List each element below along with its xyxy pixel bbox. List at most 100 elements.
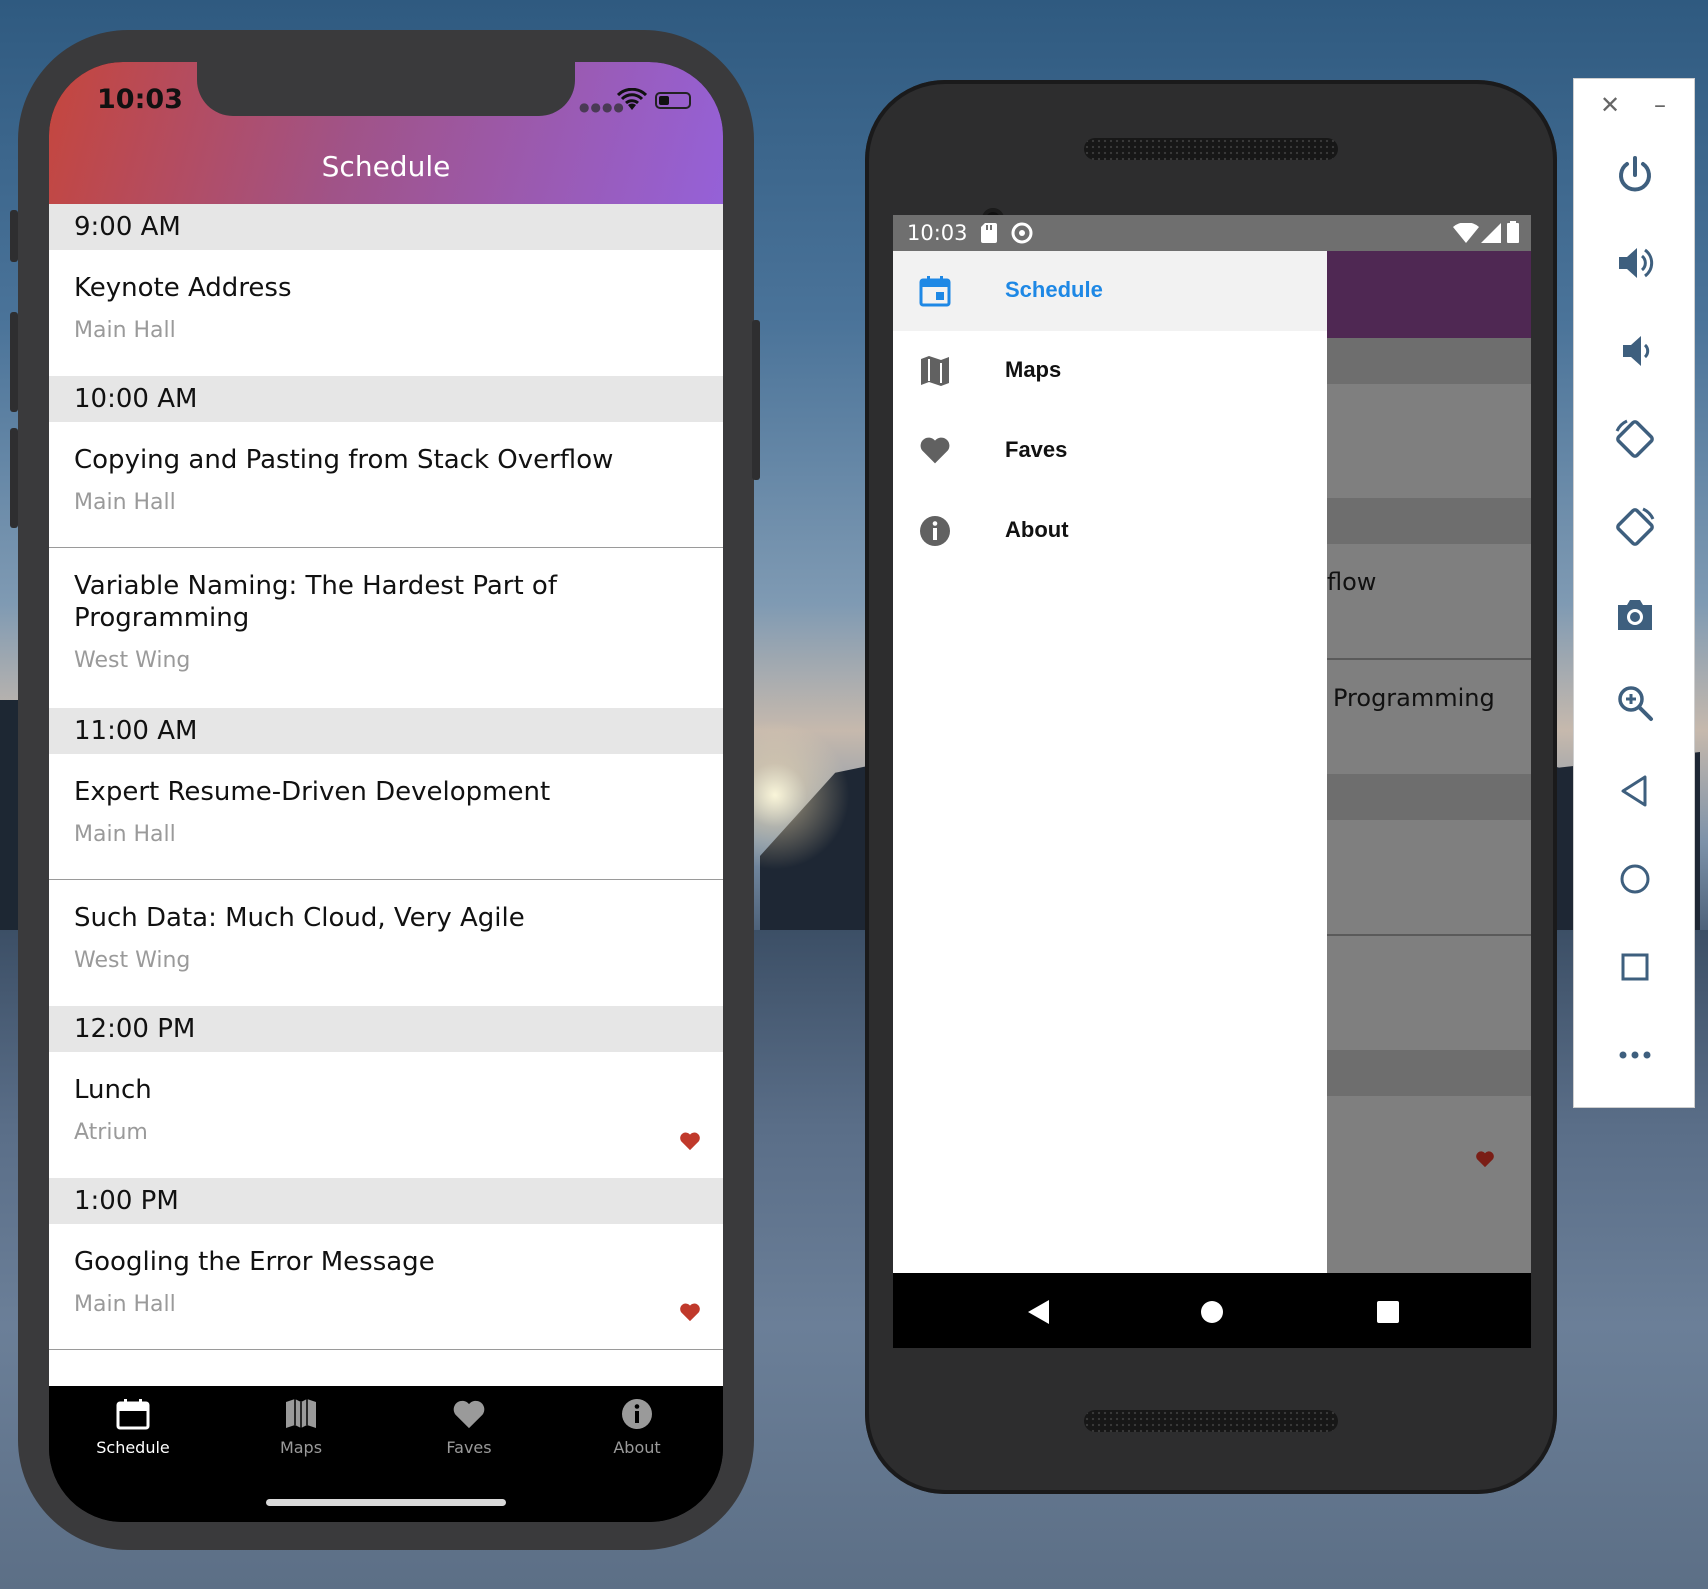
- heart-icon: [453, 1400, 485, 1429]
- wifi-signal-icon: [1453, 223, 1479, 243]
- session-room: West Wing: [74, 948, 191, 973]
- ios-navigation-header: 10:03 ●●●● Schedule: [49, 62, 723, 204]
- battery-icon: [1507, 221, 1519, 243]
- zoom-button[interactable]: [1607, 675, 1663, 731]
- drawer-item-schedule[interactable]: Schedule: [893, 251, 1327, 331]
- session-row[interactable]: Lunch Atrium: [49, 1052, 723, 1178]
- favorite-heart-icon[interactable]: [679, 1131, 701, 1151]
- tab-faves[interactable]: Faves: [385, 1398, 553, 1457]
- session-title: Lunch: [74, 1075, 152, 1105]
- iphone-silent-switch[interactable]: [10, 210, 18, 262]
- schedule-list[interactable]: 9:00 AM Keynote Address Main Hall 10:00 …: [49, 204, 723, 1386]
- overview-icon[interactable]: [1376, 1300, 1400, 1324]
- back-button[interactable]: [1607, 763, 1663, 819]
- power-icon: [1619, 156, 1651, 192]
- session-row[interactable]: Such Data: Much Cloud, Very Agile West W…: [49, 880, 723, 1006]
- session-row[interactable]: Variable Naming: The Hardest Part of Pro…: [49, 548, 723, 708]
- session-room: Atrium: [74, 1120, 148, 1145]
- more-button[interactable]: [1607, 1027, 1663, 1083]
- session-title: Expert Resume-Driven Development: [74, 777, 551, 807]
- minimize-icon[interactable]: –: [1654, 91, 1666, 119]
- bottom-speaker-grille: [1084, 1410, 1338, 1432]
- drawer-item-faves[interactable]: Faves: [893, 411, 1327, 491]
- drawer-item-about[interactable]: About: [893, 491, 1327, 571]
- peek-text: Programming: [1333, 684, 1495, 712]
- session-room: Main Hall: [74, 318, 176, 343]
- favorite-heart-icon[interactable]: [1475, 1150, 1495, 1168]
- overview-icon: [1621, 953, 1649, 981]
- android-navigation-bar: [893, 1273, 1531, 1348]
- rotate-right-button[interactable]: [1607, 499, 1663, 555]
- close-icon[interactable]: ✕: [1600, 91, 1620, 119]
- emulator-toolbar: ✕ –: [1573, 78, 1695, 1108]
- android-screen: 10:03 flow Programming Schedule Maps Fav…: [893, 215, 1531, 1348]
- session-room: Main Hall: [74, 490, 176, 515]
- navigation-drawer: Schedule Maps Faves About: [893, 251, 1327, 1273]
- power-button[interactable]: [1607, 147, 1663, 203]
- drawer-item-maps[interactable]: Maps: [893, 331, 1327, 411]
- calendar-icon: [116, 1399, 150, 1430]
- iphone-volume-down[interactable]: [10, 428, 18, 528]
- ios-status-time: 10:03: [97, 84, 183, 115]
- info-icon: [622, 1399, 652, 1429]
- volume-up-icon: [1619, 248, 1654, 278]
- drawer-item-label: Faves: [1005, 437, 1068, 462]
- session-row[interactable]: Googling the Error Message Main Hall: [49, 1224, 723, 1350]
- home-icon[interactable]: [1200, 1300, 1224, 1324]
- top-speaker-grille: [1084, 138, 1338, 160]
- android-status-time: 10:03: [907, 221, 968, 245]
- drawer-item-label: About: [1005, 517, 1069, 542]
- battery-icon: [655, 92, 691, 109]
- session-room: Main Hall: [74, 1292, 176, 1317]
- session-row[interactable]: Copying and Pasting from Stack Overflow …: [49, 422, 723, 548]
- session-title: Variable Naming: The Hardest Part of Pro…: [74, 571, 557, 633]
- session-room: West Wing: [74, 648, 191, 673]
- map-icon: [286, 1399, 316, 1428]
- section-header-time: 12:00 PM: [49, 1006, 723, 1052]
- session-title: Copying and Pasting from Stack Overflow: [74, 445, 614, 475]
- calendar-icon: [919, 276, 951, 307]
- more-icon: [1619, 1051, 1651, 1059]
- iphone-screen: 10:03 ●●●● Schedule 9:00 AM Keynote Addr…: [49, 62, 723, 1522]
- section-header-time: 10:00 AM: [49, 376, 723, 422]
- iphone-notch: [197, 62, 575, 116]
- ios-status-icons: ●●●●: [579, 88, 699, 114]
- rotate-left-icon: [1615, 419, 1654, 458]
- rotate-right-icon: [1616, 507, 1655, 546]
- overview-button[interactable]: [1607, 939, 1663, 995]
- section-header-time: 9:00 AM: [49, 204, 723, 250]
- tab-about[interactable]: About: [553, 1398, 721, 1457]
- sync-icon: [1011, 222, 1033, 244]
- rotate-left-button[interactable]: [1607, 411, 1663, 467]
- android-status-bar: 10:03: [893, 215, 1531, 251]
- back-icon[interactable]: [1027, 1299, 1051, 1325]
- iphone-side-button[interactable]: [752, 320, 760, 480]
- volume-down-icon: [1623, 336, 1650, 366]
- peek-text: flow: [1327, 568, 1377, 596]
- volume-up-button[interactable]: [1607, 235, 1663, 291]
- cell-signal-icon: [1481, 223, 1501, 243]
- home-button[interactable]: [1607, 851, 1663, 907]
- info-icon: [920, 516, 950, 546]
- tab-schedule[interactable]: Schedule: [49, 1398, 217, 1457]
- section-header-time: 1:00 PM: [49, 1178, 723, 1224]
- home-indicator[interactable]: [266, 1499, 506, 1506]
- back-icon: [1621, 775, 1647, 807]
- session-row-partial[interactable]: [49, 1350, 723, 1386]
- drawer-item-label: Schedule: [1005, 277, 1103, 302]
- volume-down-button[interactable]: [1607, 323, 1663, 379]
- tab-maps[interactable]: Maps: [217, 1398, 385, 1457]
- drawer-item-label: Maps: [1005, 357, 1062, 382]
- session-room: Main Hall: [74, 822, 176, 847]
- sd-card-icon: [981, 223, 997, 243]
- home-icon: [1620, 864, 1650, 894]
- tab-label: Faves: [446, 1438, 492, 1457]
- page-title: Schedule: [321, 150, 451, 183]
- wifi-icon: [617, 88, 647, 110]
- screenshot-button[interactable]: [1607, 587, 1663, 643]
- favorite-heart-icon[interactable]: [679, 1302, 701, 1322]
- session-row[interactable]: Keynote Address Main Hall: [49, 250, 723, 376]
- session-row[interactable]: Expert Resume-Driven Development Main Ha…: [49, 754, 723, 880]
- iphone-volume-up[interactable]: [10, 312, 18, 412]
- tab-label: Maps: [279, 1438, 323, 1457]
